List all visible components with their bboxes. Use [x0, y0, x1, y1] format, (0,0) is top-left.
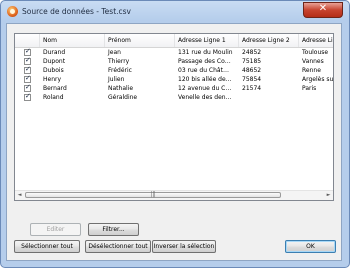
header-checkbox-column [15, 34, 40, 47]
title-bar[interactable]: Source de données - Test.csv ✕ [1, 1, 349, 23]
cell-adresse-3: Argelès sur Mer [302, 76, 334, 83]
table-row[interactable]: Roland Géraldine Venelle des den… [15, 92, 333, 102]
scroll-thumb[interactable]: ||| [25, 191, 281, 198]
cell-adresse-3: Vannes [302, 58, 324, 65]
cell-adresse-2: 75854 [242, 76, 262, 83]
cell-adresse-1: 131 rue du Moulin [178, 49, 233, 56]
cell-adresse-2: 48652 [242, 67, 262, 74]
scroll-right-icon[interactable]: ► [324, 191, 333, 200]
horizontal-scrollbar[interactable]: ◄ ||| ► [15, 190, 333, 200]
row-checkbox[interactable] [24, 47, 31, 56]
cell-adresse-1: 03 rue du Chât… [178, 67, 229, 74]
table-row[interactable]: Dubois Frédéric 03 rue du Chât… 48652 Re… [15, 65, 333, 75]
cell-prenom: Thierry [108, 58, 130, 65]
column-header[interactable]: Prénom [105, 34, 175, 47]
cell-prenom: Frédéric [108, 67, 132, 74]
ok-button[interactable]: OK [285, 240, 336, 253]
close-icon: ✕ [318, 3, 328, 14]
table-row[interactable]: Dupont Thierry Passage des Co… 75185 Van… [15, 56, 333, 66]
cell-adresse-2: 24852 [242, 49, 262, 56]
cell-adresse-3: Toulouse [302, 49, 329, 56]
table-row[interactable]: Bernard Nathalie 12 avenue du C… 21574 P… [15, 83, 333, 93]
cell-adresse-2: 75185 [242, 58, 262, 65]
cell-adresse-3 [299, 93, 333, 102]
column-header[interactable]: Adresse Ligne 3 [299, 34, 333, 47]
row-checkbox[interactable] [24, 92, 31, 101]
filter-button[interactable]: Filtrer... [88, 223, 139, 236]
row-checkbox[interactable] [24, 83, 31, 92]
invert-selection-button[interactable]: Inverser la sélection [152, 240, 216, 253]
cell-adresse-3: Paris [302, 85, 317, 92]
cell-adresse-1: 12 avenue du C… [178, 85, 232, 92]
scroll-left-icon[interactable]: ◄ [15, 191, 24, 200]
cell-adresse-1: Passage des Co… [178, 58, 231, 65]
column-header[interactable]: Adresse Ligne 1 [175, 34, 239, 47]
cell-adresse-2: 21574 [242, 85, 262, 92]
cell-adresse-1: 120 bis allée de… [178, 76, 232, 83]
cell-adresse-2 [239, 93, 299, 102]
grid-header: Nom Prénom Adresse Ligne 1 Adresse Ligne… [15, 34, 333, 48]
close-button[interactable]: ✕ [303, 2, 343, 18]
deselect-all-button[interactable]: Désélectionner tout [85, 240, 151, 253]
grip-icon: ||| [150, 191, 156, 198]
cell-nom: Dubois [43, 67, 64, 74]
app-icon [7, 6, 18, 17]
cell-prenom: Géraldine [108, 94, 138, 101]
row-checkbox[interactable] [24, 65, 31, 74]
data-grid: Nom Prénom Adresse Ligne 1 Adresse Ligne… [14, 33, 334, 201]
window-title: Source de données - Test.csv [22, 7, 131, 16]
column-header[interactable]: Nom [40, 34, 105, 47]
cell-nom: Bernard [43, 85, 67, 92]
select-all-button[interactable]: Sélectionner tout [14, 240, 80, 253]
cell-prenom: Jean [108, 49, 121, 56]
cell-adresse-1: Venelle des den… [178, 94, 232, 101]
cell-nom: Henry [43, 76, 62, 83]
row-checkbox[interactable] [24, 56, 31, 65]
cell-nom: Durand [43, 49, 66, 56]
column-header[interactable]: Adresse Ligne 2 [239, 34, 299, 47]
cell-nom: Dupont [43, 58, 66, 65]
table-row[interactable]: Durand Jean 131 rue du Moulin 24852 Toul… [15, 47, 333, 57]
cell-prenom: Nathalie [108, 85, 134, 92]
row-checkbox[interactable] [24, 74, 31, 83]
edit-button[interactable]: Editer [30, 223, 81, 236]
cell-adresse-3: Renne [302, 67, 321, 74]
table-row[interactable]: Henry Julien 120 bis allée de… 75854 Arg… [15, 74, 334, 84]
cell-prenom: Julien [108, 76, 125, 83]
cell-nom: Roland [43, 94, 64, 101]
